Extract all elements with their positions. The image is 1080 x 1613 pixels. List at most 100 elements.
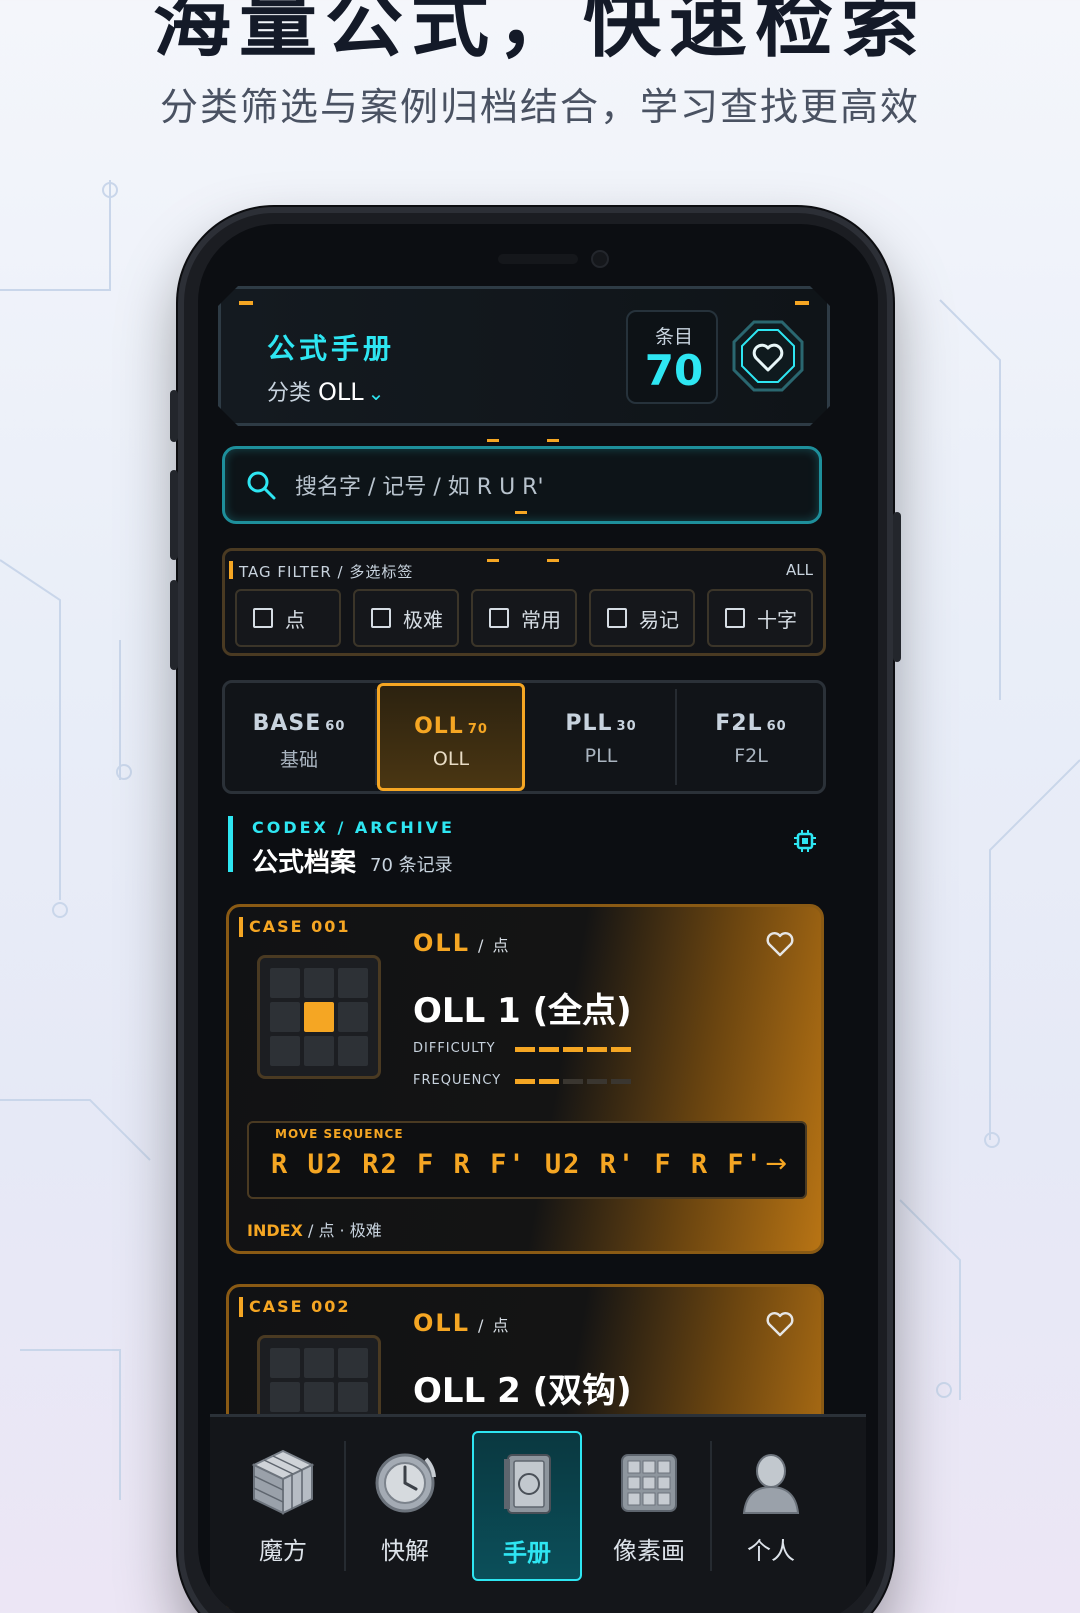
nav-item-manual[interactable]: 手册 [472,1431,582,1581]
tag-chip[interactable]: 极难 [353,589,459,647]
section-accent-bar [228,816,233,872]
nav-label: 快解 [381,1537,429,1565]
move-sequence-label: MOVE SEQUENCE [275,1127,404,1141]
heart-icon[interactable] [765,929,795,959]
bottom-nav: 魔方 快解 手册 像素画 个人 [210,1414,866,1613]
sticker [270,1036,300,1066]
move-sequence-text: R U2 R2 F R F' U2 R' F R F' [271,1149,764,1180]
meter-segment [539,1079,559,1084]
sticker [338,1382,368,1412]
meter-segment [515,1079,535,1084]
tab-f2l[interactable]: F2L 60 F2L [677,683,825,791]
case-tag: CASE 001 [239,917,351,937]
tab-name: BASE 60 [252,711,346,736]
tag-filter-panel: TAG FILTER / 多选标签 ALL 点 极难 常用 易记 十字 [222,548,826,656]
category-selector[interactable]: 分类 OLL ⌄ [267,375,384,407]
sticker [304,968,334,998]
tab-sub: F2L [734,745,768,767]
sticker [270,968,300,998]
nav-item-timer[interactable]: 快解 [350,1431,460,1581]
tag-chip[interactable]: 易记 [589,589,695,647]
difficulty-meter [515,1047,631,1052]
timer-icon [375,1453,436,1513]
tag-chip[interactable]: 点 [235,589,341,647]
tab-oll[interactable]: OLL 70 OLL [377,683,525,791]
checkbox-icon [371,608,391,628]
chip-icon[interactable] [792,828,818,854]
nav-label: 魔方 [259,1537,307,1565]
entry-count-label: 条目 [654,326,693,348]
meter-segment [611,1079,631,1084]
tag-chip-label: 极难 [403,607,443,632]
pixel-icon [621,1454,677,1512]
nav-item-profile[interactable]: 个人 [716,1431,826,1581]
meter-segment [587,1047,607,1052]
entry-count-box: 条目 70 [626,310,718,404]
tag-filter-title: TAG FILTER / 多选标签 [228,561,414,581]
accent-mark [487,559,499,562]
tag-filter-all[interactable]: ALL [786,561,813,579]
tab-name: PLL 30 [565,711,637,736]
divider [710,1441,712,1571]
phone-power-button [893,512,901,662]
case-type: OLL / 点 [413,929,511,957]
frequency-meter [515,1079,631,1084]
category-value: OLL [318,378,364,406]
meter-segment [611,1047,631,1052]
book-icon [504,1454,551,1514]
corner-accent [239,301,253,305]
nav-item-cube[interactable]: 魔方 [228,1431,338,1581]
search-icon [247,471,276,500]
case-name: OLL 1 (全点) [413,991,632,1031]
checkbox-icon [253,608,273,628]
speaker-grille [498,254,578,264]
heart-icon[interactable] [765,1309,795,1339]
sticker [338,1036,368,1066]
sticker [304,1382,334,1412]
tag-chip-label: 点 [285,607,305,632]
case-index: INDEX / 点 · 极难 [247,1221,382,1240]
app-screen: 公式手册 分类 OLL⌄ 条目 70 TAG FILTER / 多选标签 ALL… [198,224,878,1613]
meter-segment [515,1047,535,1052]
phone-side-button [170,580,178,670]
nav-item-pixel[interactable]: 像素画 [594,1431,704,1581]
case-card[interactable]: CASE 001 OLL / 点 OLL 1 (全点) DIFFICULTY FR… [226,904,824,1254]
search-bar [222,439,822,524]
meter-segment [563,1079,583,1084]
checkbox-icon [489,608,509,628]
tab-base[interactable]: BASE 60 基础 [225,683,373,791]
tag-chip-label: 常用 [521,607,561,632]
chevron-down-icon: ⌄ [367,381,385,405]
sticker [270,1348,300,1378]
accent-mark [487,439,499,442]
tab-name: OLL 70 [414,714,488,739]
meter-segment [587,1079,607,1084]
meter-segment [563,1047,583,1052]
phone-side-button [170,470,178,560]
frequency-label: FREQUENCY [413,1073,502,1088]
case-pattern [257,955,381,1079]
case-name: OLL 2 (双钩) [413,1371,632,1411]
move-sequence[interactable]: MOVE SEQUENCE R U2 R2 F R F' U2 R' F R F… [247,1121,807,1199]
tab-sub: PLL [584,745,618,767]
arrow-right-icon[interactable]: → [765,1149,787,1179]
page-title: 公式手册 [267,332,396,365]
tab-pll[interactable]: PLL 30 PLL [527,683,675,791]
tag-chip[interactable]: 十字 [707,589,813,647]
search-input[interactable] [295,467,795,507]
tag-chip-label: 易记 [639,607,679,632]
category-prefix: 分类 [267,381,312,406]
checkbox-icon [607,608,627,628]
case-tag: CASE 002 [239,1297,351,1317]
sticker [270,1382,300,1412]
cube-icon [251,1449,315,1515]
sticker [304,1002,334,1032]
nav-label: 像素画 [613,1537,685,1565]
user-icon [742,1454,800,1514]
sticker [338,968,368,998]
sticker [304,1036,334,1066]
hero-title: 海量公式，快速检索 [152,0,927,68]
tag-chip[interactable]: 常用 [471,589,577,647]
favorites-button[interactable] [732,320,804,392]
archive-title: 公式档案 70 条记录 [252,842,453,879]
